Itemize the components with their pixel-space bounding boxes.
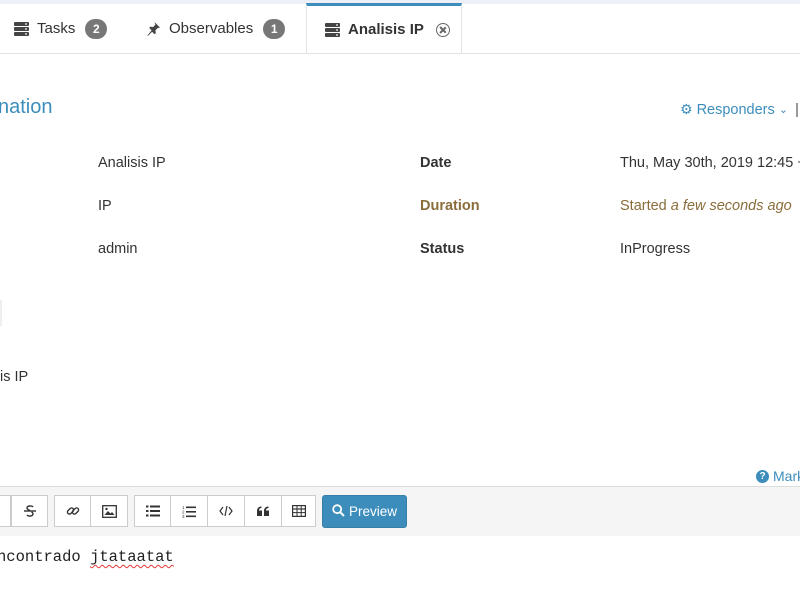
- gear-icon: ⚙: [680, 101, 693, 117]
- markdown-help-link[interactable]: ? Mark: [756, 468, 800, 484]
- duration-relative: a few seconds ago: [670, 198, 792, 214]
- table-icon: [291, 505, 306, 517]
- tab-observables[interactable]: Observables 1: [146, 4, 286, 53]
- editor-toolbar: 1 2 3 Preview: [0, 486, 800, 538]
- tab-analisis-ip[interactable]: Analisis IP: [306, 3, 462, 53]
- tab-bar: Tasks 2 Observables 1 Analisis IP: [0, 3, 800, 54]
- description-text: is IP: [0, 369, 29, 385]
- markdown-help-label: Mark: [773, 468, 800, 484]
- preview-label: Preview: [348, 504, 397, 519]
- responders-dropdown[interactable]: ⚙ Responders ⌄: [680, 101, 788, 118]
- duration-label: Duration: [420, 198, 480, 214]
- task-assignee-value: admin: [98, 241, 138, 257]
- date-label: Date: [420, 155, 452, 171]
- numbered-list-icon: 1 2 3: [182, 505, 196, 518]
- code-icon: [219, 505, 233, 517]
- case-task-page: Tasks 2 Observables 1 Analisis IP nation…: [0, 0, 800, 600]
- svg-text:3: 3: [182, 514, 185, 518]
- preview-button[interactable]: Preview: [322, 495, 407, 528]
- tab-tasks[interactable]: Tasks 2: [14, 4, 108, 53]
- tasks-icon: [325, 22, 340, 37]
- date-value: Thu, May 30th, 2019 12:45 +0: [620, 155, 800, 171]
- duration-value: Started a few seconds ago: [620, 198, 792, 214]
- search-icon: [332, 503, 345, 520]
- markdown-editor[interactable]: ncontrado jtataatat: [0, 536, 800, 600]
- image-icon: [101, 504, 117, 518]
- pin-icon: [146, 21, 161, 36]
- numbered-list-button[interactable]: 1 2 3: [171, 495, 208, 527]
- left-edge-divider: [0, 300, 2, 326]
- link-button[interactable]: [54, 495, 91, 527]
- editor-text-misspelled: jtataatat: [90, 548, 174, 566]
- image-button[interactable]: [91, 495, 128, 527]
- tab-tasks-label: Tasks: [37, 20, 76, 37]
- close-tab-icon[interactable]: [435, 22, 450, 37]
- chevron-down-icon: ⌄: [778, 104, 788, 116]
- table-button[interactable]: [282, 495, 316, 527]
- section-title: nation: [0, 96, 53, 118]
- editor-content[interactable]: ncontrado jtataatat: [0, 548, 174, 566]
- editor-text-plain: ncontrado: [0, 548, 91, 566]
- observables-count-badge: 1: [263, 18, 286, 39]
- task-group-value: IP: [98, 198, 112, 214]
- tab-analisis-ip-label: Analisis IP: [348, 21, 424, 38]
- link-icon: [66, 504, 80, 518]
- quote-icon: [256, 506, 270, 517]
- task-title-value: Analisis IP: [98, 155, 166, 171]
- bullet-list-icon: [145, 505, 160, 517]
- status-value: InProgress: [620, 241, 691, 257]
- duration-prefix: Started: [620, 198, 667, 214]
- quote-button[interactable]: [245, 495, 282, 527]
- tab-observables-label: Observables: [169, 20, 254, 37]
- responders-label: Responders: [696, 101, 775, 118]
- tasks-count-badge: 2: [85, 18, 108, 39]
- status-label: Status: [420, 241, 465, 257]
- edge-divider: [796, 103, 798, 117]
- tasks-icon: [14, 21, 29, 36]
- bullet-list-button[interactable]: [134, 495, 171, 527]
- question-circle-icon: ?: [756, 469, 769, 483]
- code-button[interactable]: [208, 495, 245, 527]
- toolbar-partial-button[interactable]: [0, 495, 11, 527]
- strikethrough-button[interactable]: [11, 495, 48, 527]
- strikethrough-icon: [23, 504, 37, 518]
